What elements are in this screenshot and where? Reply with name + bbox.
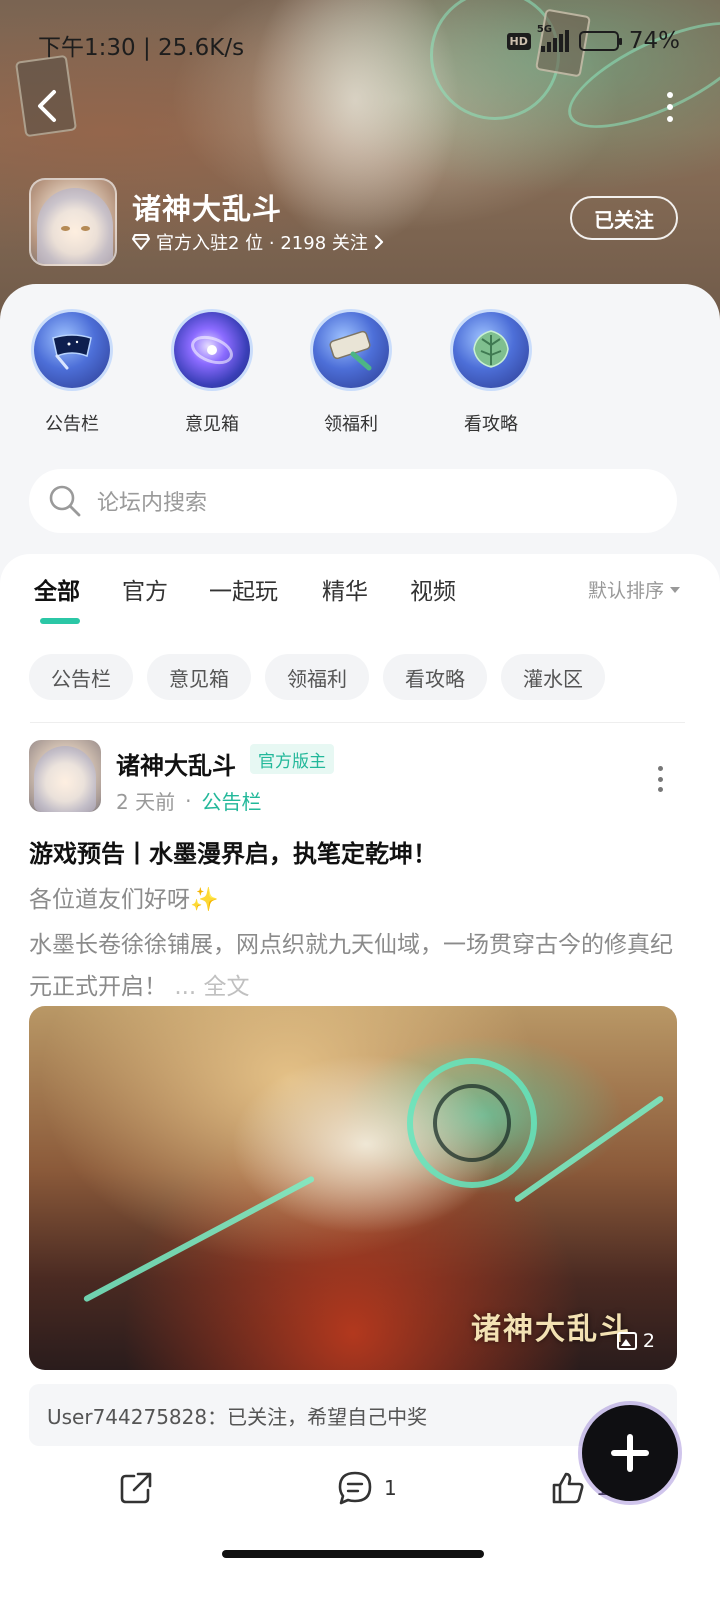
category-chips: 公告栏 意见箱 领福利 看攻略 灌水区: [29, 654, 605, 700]
battery-icon: [578, 31, 622, 51]
post-excerpt-text: 水墨长卷徐徐铺展，网点织就九天仙域，一场贯穿古今的修真纪元正式开启！: [29, 932, 673, 1000]
chevron-left-icon: [38, 90, 56, 122]
bagua-inner-ring: [433, 1084, 511, 1162]
moderator-badge: 官方版主: [250, 744, 334, 774]
quick-entry-label: 公告栏: [45, 414, 99, 435]
dot: [667, 92, 673, 98]
signal-icon: 5G: [537, 24, 569, 52]
game-avatar[interactable]: [29, 178, 117, 266]
game-title: 诸神大乱斗: [132, 192, 283, 226]
gift-scroll-icon: [313, 312, 389, 388]
game-meta-link[interactable]: 官方入驻2 位 · 2198 关注: [132, 229, 384, 255]
avatar-eye: [61, 226, 70, 231]
quick-entry-benefits[interactable]: 领福利: [301, 312, 401, 436]
dot: [667, 116, 673, 122]
divider: [30, 722, 685, 723]
image-gallery-icon: [616, 1332, 637, 1350]
home-indicator[interactable]: [222, 1550, 484, 1558]
game-logo-art: 诸神大乱斗: [471, 1312, 631, 1347]
comment-icon: [338, 1471, 372, 1505]
hd-badge: HD: [506, 32, 531, 50]
quick-entry-label: 意见箱: [185, 414, 239, 435]
quick-entry-label: 领福利: [324, 414, 378, 435]
avatar-character: [37, 188, 113, 264]
quick-entry-feedback[interactable]: 意见箱: [162, 312, 262, 436]
galaxy-icon: [174, 312, 250, 388]
create-post-button[interactable]: [582, 1405, 678, 1501]
tab-play-together[interactable]: 一起玩: [209, 572, 278, 606]
comment-button[interactable]: 1: [336, 1470, 397, 1506]
post-excerpt-line: 各位道友们好呀✨: [29, 887, 219, 913]
quick-entry-guides[interactable]: 看攻略: [441, 312, 541, 436]
scroll-banner-icon: [34, 312, 110, 388]
post-title[interactable]: 游戏预告丨水墨漫界启，执笔定乾坤！: [29, 834, 437, 869]
image-count-value: 2: [642, 1330, 655, 1352]
top-comment-preview[interactable]: User744275828：已关注，希望自己中奖: [29, 1384, 677, 1446]
chip-feedback[interactable]: 意见箱: [147, 654, 251, 700]
chevron-right-icon: [374, 234, 383, 250]
search-placeholder: 论坛内搜索: [97, 491, 208, 516]
active-tab-indicator: [40, 618, 80, 624]
tab-official[interactable]: 官方: [122, 572, 168, 606]
share-button[interactable]: [118, 1470, 154, 1506]
tab-all[interactable]: 全部: [34, 572, 80, 606]
more-options-button[interactable]: [660, 92, 680, 122]
post-author-avatar[interactable]: [29, 740, 101, 812]
network-type: 5G: [536, 24, 553, 35]
chip-announcements[interactable]: 公告栏: [29, 654, 133, 700]
meta-separator: ·: [185, 788, 192, 813]
tab-video[interactable]: 视频: [410, 572, 456, 606]
dot: [657, 776, 663, 782]
dot: [657, 766, 663, 771]
post-time: 2 天前: [116, 790, 176, 814]
status-time: 下午1:30 | 25.6K/s: [38, 35, 245, 61]
quick-entry-label: 看攻略: [464, 414, 518, 435]
thumbs-up-icon: [552, 1472, 584, 1504]
dot: [657, 787, 663, 792]
avatar-character: [34, 746, 96, 812]
status-indicators: HD 5G 74%: [506, 24, 680, 54]
energy-streak: [82, 1175, 316, 1303]
diamond-icon: [132, 234, 150, 250]
forum-search-input[interactable]: 论坛内搜索: [29, 469, 677, 533]
search-icon: [49, 485, 81, 517]
chip-benefits[interactable]: 领福利: [265, 654, 369, 700]
post-more-button[interactable]: [656, 766, 664, 792]
post-meta: 2 天前 · 公告栏: [116, 786, 261, 815]
tab-featured[interactable]: 精华: [322, 572, 368, 606]
chip-guides[interactable]: 看攻略: [383, 654, 487, 700]
avatar-eye: [81, 226, 90, 231]
sort-dropdown[interactable]: 默认排序: [588, 576, 680, 603]
battery-percent: 74%: [628, 28, 680, 54]
game-meta-text: 官方入驻2 位 · 2198 关注: [156, 233, 368, 254]
follow-button[interactable]: 已关注: [570, 196, 678, 240]
read-full-link[interactable]: ... 全文: [174, 974, 249, 1000]
guide-leaf-icon: [453, 312, 529, 388]
post-author-name[interactable]: 诸神大乱斗: [116, 746, 236, 781]
feed-tabs: 全部 官方 一起玩 精华 视频 默认排序: [0, 572, 720, 632]
quick-entry-announcements[interactable]: 公告栏: [22, 312, 122, 436]
comment-count: 1: [384, 1476, 397, 1500]
plus-icon: [611, 1434, 649, 1472]
back-button[interactable]: [30, 86, 66, 126]
dot: [667, 104, 673, 110]
quick-entries: 公告栏 意见箱 领福利 看攻略: [0, 312, 720, 442]
post-category-link[interactable]: 公告栏: [201, 786, 261, 815]
post-image[interactable]: 诸神大乱斗 2: [29, 1006, 677, 1370]
energy-streak: [513, 1094, 665, 1204]
status-bar: 下午1:30 | 25.6K/s HD 5G 74%: [0, 0, 720, 84]
caret-down-icon: [670, 586, 680, 593]
image-count: 2: [616, 1330, 655, 1352]
chip-chat[interactable]: 灌水区: [501, 654, 605, 700]
sort-label: 默认排序: [587, 580, 664, 602]
share-icon: [120, 1472, 152, 1504]
post-excerpt: 水墨长卷徐徐铺展，网点织就九天仙域，一场贯穿古今的修真纪元正式开启！ ... 全…: [29, 924, 689, 1008]
comment-text: User744275828：已关注，希望自己中奖: [47, 1404, 428, 1429]
